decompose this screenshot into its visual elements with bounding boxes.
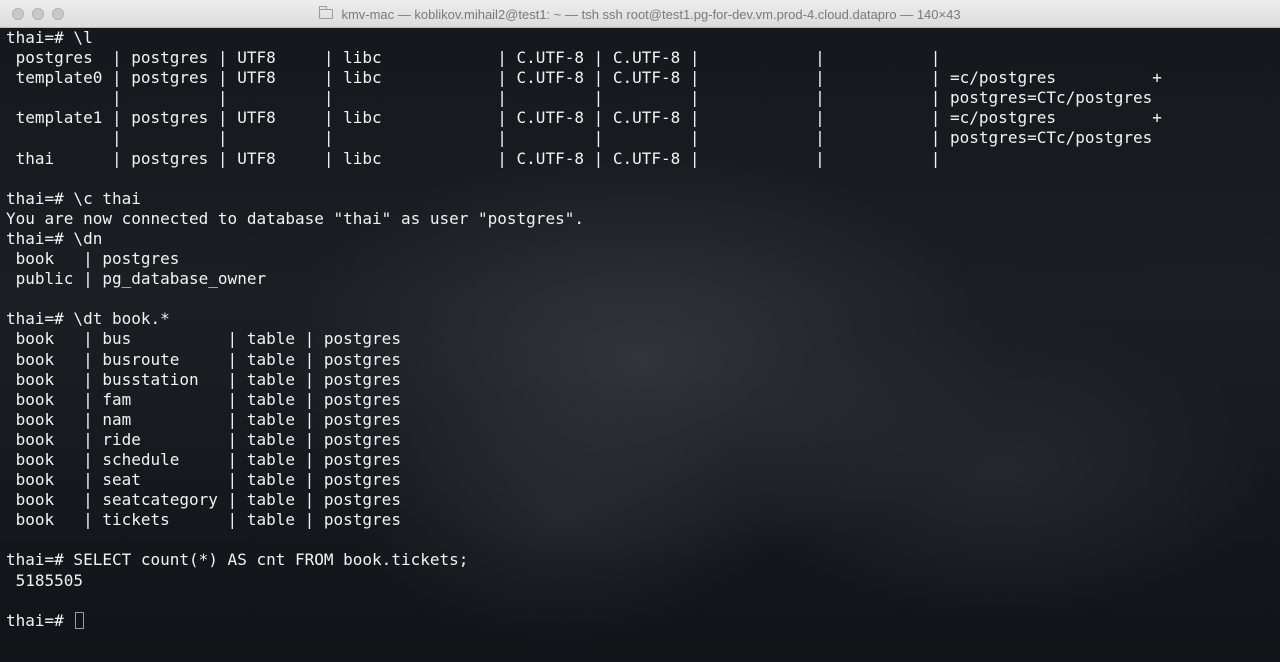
title-bar: kmv-mac — koblikov.mihail2@test1: ~ — ts… [0,0,1280,28]
terminal-output[interactable]: thai=# \l postgres | postgres | UTF8 | l… [6,28,1280,662]
terminal-line: thai=# \l [6,28,93,47]
window-title: kmv-mac — koblikov.mihail2@test1: ~ — ts… [341,6,961,22]
terminal-line: postgres | postgres | UTF8 | libc | C.UT… [6,48,941,68]
terminal-line: thai | postgres | UTF8 | libc | C.UTF-8 … [6,148,941,168]
terminal-line: book | fam | table | postgres [6,389,401,409]
terminal-line: | | | | | | | | postgres=CTc/postgres [6,128,1153,148]
terminal-line: book | nam | table | postgres [6,409,401,429]
terminal-window: kmv-mac — koblikov.mihail2@test1: ~ — ts… [0,0,1280,662]
terminal-line: | | | | | | | | postgres=CTc/postgres [6,88,1153,108]
terminal-line: thai=# \dn [6,228,103,248]
terminal-line: book | schedule | table | postgres [6,449,401,469]
terminal-line: 5185505 [6,570,84,590]
folder-icon [319,6,334,19]
terminal-line: book | tickets | table | postgres [6,510,401,530]
prompt: thai=# [6,610,74,630]
terminal-line: book | busroute | table | postgres [6,349,401,369]
terminal-line: public | pg_database_owner [6,269,267,289]
terminal-line: template0 | postgres | UTF8 | libc | C.U… [6,68,1162,88]
terminal-line: thai=# SELECT count(*) AS cnt FROM book.… [6,550,469,570]
window-title-area: kmv-mac — koblikov.mihail2@test1: ~ — ts… [0,0,1280,28]
current-prompt-line[interactable]: thai=# [6,611,1280,631]
terminal-line: book | postgres [6,249,180,269]
terminal-line: thai=# \dt book.* [6,309,170,329]
terminal-line: template1 | postgres | UTF8 | libc | C.U… [6,108,1162,128]
terminal-line: book | busstation | table | postgres [6,369,401,389]
terminal-line: book | ride | table | postgres [6,429,401,449]
terminal-line: thai=# \c thai [6,188,141,208]
terminal-line: book | seat | table | postgres [6,470,401,490]
text-cursor [75,612,85,630]
terminal-line: You are now connected to database "thai"… [6,208,584,228]
terminal-line: book | bus | table | postgres [6,329,401,349]
terminal-line: book | seatcategory | table | postgres [6,490,401,510]
